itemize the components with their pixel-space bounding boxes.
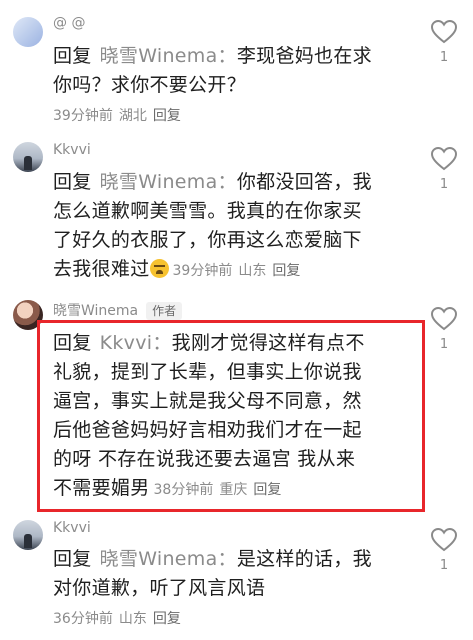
like-button[interactable]: 1 — [429, 528, 459, 573]
username[interactable]: Kkvvi — [53, 141, 91, 159]
reply-prefix: 回复 — [53, 548, 92, 570]
heart-icon — [431, 147, 457, 171]
crying-face-emoji-icon — [149, 259, 169, 278]
comment-line: 是这样的话，我 — [236, 548, 372, 570]
reply-button[interactable]: 回复 — [153, 611, 181, 627]
heart-icon — [431, 307, 457, 331]
like-count: 1 — [439, 177, 449, 192]
comment-text: 回复 晓雪Winema：李现爸妈也在求 你吗？求你不要公开？ 39分钟前 湖北 回复 — [53, 42, 408, 131]
username[interactable]: Kkvvi — [53, 519, 91, 537]
comment-location: 山东 — [118, 611, 147, 627]
reply-target-username[interactable]: 晓雪Winema： — [100, 171, 237, 193]
username[interactable]: 晓雪Winema 作者 — [53, 302, 183, 320]
like-count: 1 — [439, 337, 449, 352]
comment-time: 36分钟前 — [53, 611, 113, 627]
like-count: 1 — [439, 558, 449, 573]
heart-icon — [431, 528, 457, 552]
author-username[interactable]: 晓雪Winema — [53, 303, 138, 319]
comment-location: 湖北 — [118, 108, 147, 124]
comment-line: 去我很难过 — [53, 258, 150, 280]
comment-line: 你都没回答，我 — [236, 171, 372, 193]
comment-meta: 36分钟前 山东 回复 — [53, 611, 187, 627]
heart-icon — [431, 20, 457, 44]
reply-target-username[interactable]: 晓雪Winema： — [100, 548, 237, 570]
username[interactable]: @ @ — [53, 14, 85, 32]
comment-text: 回复 晓雪Winema：是这样的话，我 对你道歉，听了风言风语 36分钟前 山东 回复 — [53, 545, 408, 634]
like-count: 1 — [439, 50, 449, 65]
reply-prefix: 回复 — [53, 171, 92, 193]
comment-text: 回复 晓雪Winema：你都没回答，我 怎么道歉啊美雪雪。我真的在你家买 了好久的… — [53, 168, 408, 286]
comment-line: 了好久的衣服了，你再这么恋爱脑下 — [53, 229, 362, 251]
comment-meta: 39分钟前 湖北 回复 — [53, 108, 187, 124]
comment-line: 怎么道歉啊美雪雪。我真的在你家买 — [53, 200, 362, 222]
comment-line: 对你道歉，听了风言风语 — [53, 577, 266, 599]
reply-button[interactable]: 回复 — [153, 108, 181, 124]
avatar[interactable] — [13, 17, 43, 47]
reply-button[interactable]: 回复 — [272, 263, 300, 279]
reply-prefix: 回复 — [53, 45, 92, 67]
comment-meta: 39分钟前 山东 回复 — [173, 263, 307, 279]
like-button[interactable]: 1 — [429, 147, 459, 192]
avatar[interactable] — [13, 520, 43, 550]
comment-location: 山东 — [238, 263, 267, 279]
comment-line: 李现爸妈也在求 — [236, 45, 372, 67]
avatar[interactable] — [13, 142, 43, 172]
comment-time: 39分钟前 — [172, 263, 233, 279]
comment-time: 39分钟前 — [53, 108, 113, 124]
reply-target-username[interactable]: 晓雪Winema： — [100, 45, 237, 67]
comment-line: 你吗？求你不要公开？ — [53, 74, 247, 96]
like-button[interactable]: 1 — [429, 307, 459, 352]
red-highlight-box — [37, 320, 425, 512]
like-button[interactable]: 1 — [429, 20, 459, 65]
author-badge: 作者 — [146, 302, 183, 320]
